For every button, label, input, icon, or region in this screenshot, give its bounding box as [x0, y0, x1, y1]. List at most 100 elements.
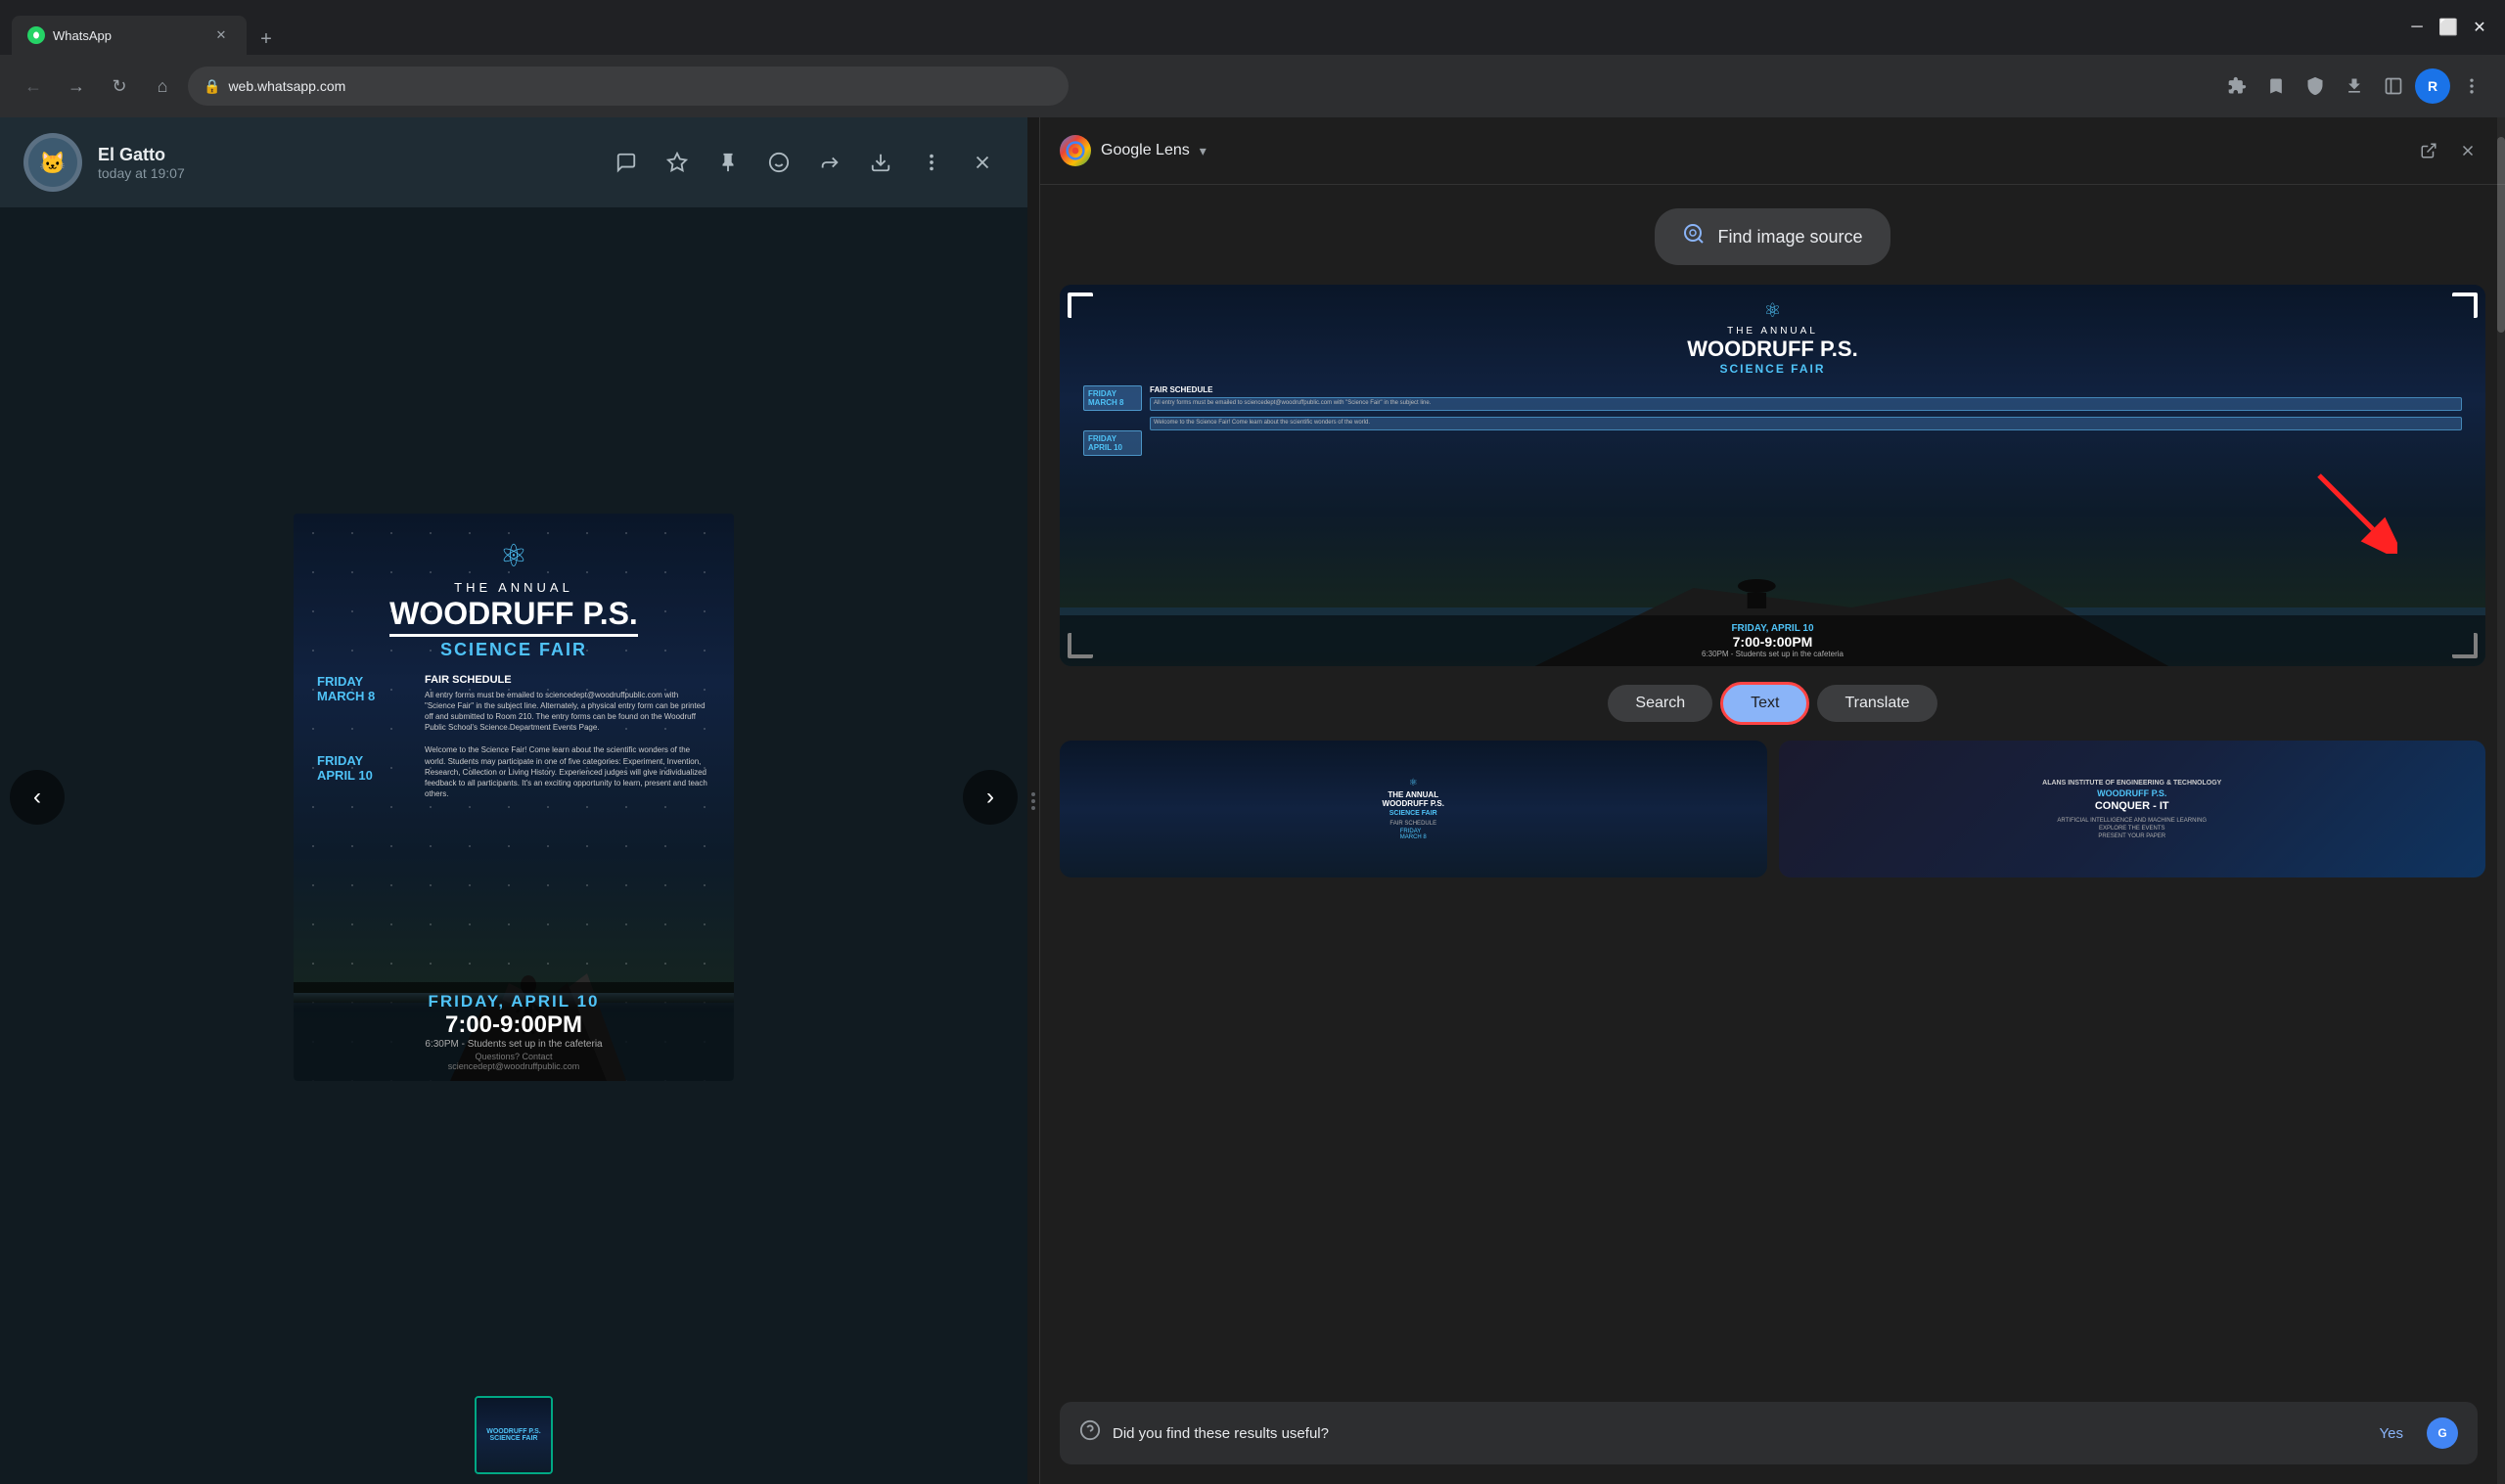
schedule-details: FAIR SCHEDULE All entry forms must be em…	[425, 674, 710, 800]
bookmark-icon[interactable]	[2258, 68, 2294, 104]
poster-background: ⚛ THE ANNUAL WOODRUFF P.S. SCIENCE FAIR …	[294, 514, 734, 1081]
download-icon[interactable]	[2337, 68, 2372, 104]
april-description: Welcome to the Science Fair! Come learn …	[425, 744, 710, 799]
email-text: sciencedept@woodruffpublic.com	[309, 1061, 718, 1071]
march-description: All entry forms must be emailed to scien…	[425, 690, 710, 734]
download-image-icon[interactable]	[859, 141, 902, 184]
the-annual-text: THE ANNUAL	[454, 580, 573, 595]
tab-title: WhatsApp	[53, 28, 204, 43]
google-lens-logo	[1060, 135, 1091, 166]
questions-text: Questions? Contact	[309, 1052, 718, 1061]
tab-favicon	[27, 26, 45, 44]
home-button[interactable]: ⌂	[145, 68, 180, 104]
tab-close-btn[interactable]: ✕	[211, 25, 231, 45]
forward-button[interactable]: →	[59, 68, 94, 104]
star-icon[interactable]	[656, 141, 699, 184]
back-button[interactable]: ←	[16, 68, 51, 104]
url-text: web.whatsapp.com	[228, 78, 1053, 94]
fair-schedule-title: FAIR SCHEDULE	[425, 674, 710, 686]
search-tab[interactable]: Search	[1608, 685, 1712, 722]
emoji-icon[interactable]	[757, 141, 800, 184]
lens-results: ⚛ THE ANNUALWOODRUFF P.S. SCIENCE FAIR F…	[1060, 741, 2485, 877]
preview-march-text: All entry forms must be emailed to scien…	[1154, 400, 2458, 408]
menu-icon[interactable]	[2454, 68, 2489, 104]
lens-preview-container: ⚛ THE ANNUAL WOODRUFF P.S. SCIENCE FAIR …	[1060, 285, 2485, 666]
lock-icon: 🔒	[204, 78, 220, 95]
sidebar-icon[interactable]	[2376, 68, 2411, 104]
result-card-1-image: ⚛ THE ANNUALWOODRUFF P.S. SCIENCE FAIR F…	[1060, 741, 1767, 877]
svg-text:🐱: 🐱	[39, 151, 66, 175]
cafeteria-text: 6:30PM - Students set up in the cafeteri…	[309, 1039, 718, 1050]
lens-header-actions	[2411, 133, 2485, 168]
main-content: 🐱 El Gatto today at 19:07	[0, 117, 2505, 1484]
main-date-text: FRIDAY, APRIL 10	[309, 992, 718, 1012]
divider-dot	[1031, 806, 1035, 810]
browser-titlebar: WhatsApp ✕ + ─ ⬜ ✕	[0, 0, 2505, 55]
scrollbar-thumb[interactable]	[2497, 137, 2505, 333]
preview-schedule-row: FRIDAYMARCH 8 FRIDAYAPRIL 10 FAIR SCHEDU…	[1079, 385, 2466, 456]
panel-divider[interactable]	[1027, 117, 1039, 1484]
scrollbar[interactable]	[2497, 117, 2505, 1484]
lens-dropdown-arrow[interactable]: ▾	[1200, 143, 1207, 159]
lens-close-icon[interactable]	[2450, 133, 2485, 168]
profile-button[interactable]: R	[2415, 68, 2450, 104]
message-timestamp: today at 19:07	[98, 165, 589, 181]
next-image-button[interactable]: ›	[963, 770, 1018, 825]
result-card-2-image: ALANS INSTITUTE OF ENGINEERING & TECHNOL…	[1779, 741, 2486, 877]
image-view: ‹ ⚛ THE ANNUAL WOODRUFF P.S. SCIENCE FAI…	[0, 207, 1027, 1386]
active-tab[interactable]: WhatsApp ✕	[12, 16, 247, 55]
extensions-icon[interactable]	[2219, 68, 2254, 104]
google-account-icon[interactable]: G	[2427, 1417, 2458, 1449]
reload-button[interactable]: ↻	[102, 68, 137, 104]
find-image-source-label: Find image source	[1717, 227, 1862, 247]
result-2-content: ALANS INSTITUTE OF ENGINEERING & TECHNOL…	[2042, 780, 2221, 839]
whatsapp-area: 🐱 El Gatto today at 19:07	[0, 117, 1027, 1484]
lens-title: Google Lens	[1101, 142, 1190, 159]
atom-icon: ⚛	[500, 537, 528, 574]
preview-april-desc-box: Welcome to the Science Fair! Come learn …	[1150, 417, 2462, 430]
lens-corner-tl	[1068, 292, 1093, 318]
google-lens-panel: Google Lens ▾ Find image source	[1039, 117, 2505, 1484]
new-tab-button[interactable]: +	[250, 23, 282, 55]
shields-icon[interactable]	[2298, 68, 2333, 104]
lens-tabs: Search Text Translate	[1040, 666, 2505, 741]
find-image-source-button[interactable]: Find image source	[1655, 208, 1890, 265]
previous-image-button[interactable]: ‹	[10, 770, 65, 825]
more-options-icon[interactable]	[910, 141, 953, 184]
avatar: 🐱	[23, 133, 82, 192]
preview-atom-icon: ⚛	[1764, 298, 1782, 323]
tab-bar: WhatsApp ✕ +	[12, 0, 2395, 55]
text-tab[interactable]: Text	[1720, 682, 1809, 725]
feedback-question-text: Did you find these results useful?	[1113, 1425, 2356, 1442]
feedback-yes-button[interactable]: Yes	[2368, 1419, 2415, 1448]
lens-preview-image: ⚛ THE ANNUAL WOODRUFF P.S. SCIENCE FAIR …	[1060, 285, 2485, 666]
preview-woodruff: WOODRUFF P.S.	[1687, 337, 1857, 362]
main-time-text: 7:00-9:00PM	[309, 1012, 718, 1039]
preview-fs-title: FAIR SCHEDULE	[1150, 385, 2462, 394]
preview-april-box: FRIDAYAPRIL 10	[1083, 430, 1142, 456]
window-close-button[interactable]: ✕	[2466, 14, 2493, 41]
lens-open-external-icon[interactable]	[2411, 133, 2446, 168]
thumbnail-strip: WOODRUFF P.S.SCIENCE FAIR	[0, 1386, 1027, 1484]
pin-icon[interactable]	[706, 141, 750, 184]
feedback-bar: Did you find these results useful? Yes G	[1060, 1402, 2478, 1464]
message-icon[interactable]	[605, 141, 648, 184]
close-viewer-icon[interactable]	[961, 141, 1004, 184]
poster-bottom-section: FRIDAY, APRIL 10 7:00-9:00PM 6:30PM - St…	[294, 982, 734, 1081]
result-card-2[interactable]: ALANS INSTITUTE OF ENGINEERING & TECHNOL…	[1779, 741, 2486, 877]
thumbnail-item[interactable]: WOODRUFF P.S.SCIENCE FAIR	[475, 1396, 553, 1474]
preview-april-text: Welcome to the Science Fair! Come learn …	[1154, 420, 2458, 427]
address-bar[interactable]: 🔒 web.whatsapp.com	[188, 67, 1069, 106]
divider-dots	[1031, 792, 1035, 810]
result-card-1[interactable]: ⚛ THE ANNUALWOODRUFF P.S. SCIENCE FAIR F…	[1060, 741, 1767, 877]
preview-march-box: FRIDAYMARCH 8	[1083, 385, 1142, 411]
address-bar-row: ← → ↻ ⌂ 🔒 web.whatsapp.com R	[0, 55, 2505, 117]
maximize-button[interactable]: ⬜	[2435, 14, 2462, 41]
thumbnail-preview: WOODRUFF P.S.SCIENCE FAIR	[477, 1398, 551, 1472]
translate-tab[interactable]: Translate	[1817, 685, 1936, 722]
share-icon[interactable]	[808, 141, 851, 184]
message-header-actions	[605, 141, 1004, 184]
divider-dot	[1031, 799, 1035, 803]
minimize-button[interactable]: ─	[2403, 14, 2431, 41]
preview-annual: THE ANNUAL	[1727, 326, 1818, 337]
